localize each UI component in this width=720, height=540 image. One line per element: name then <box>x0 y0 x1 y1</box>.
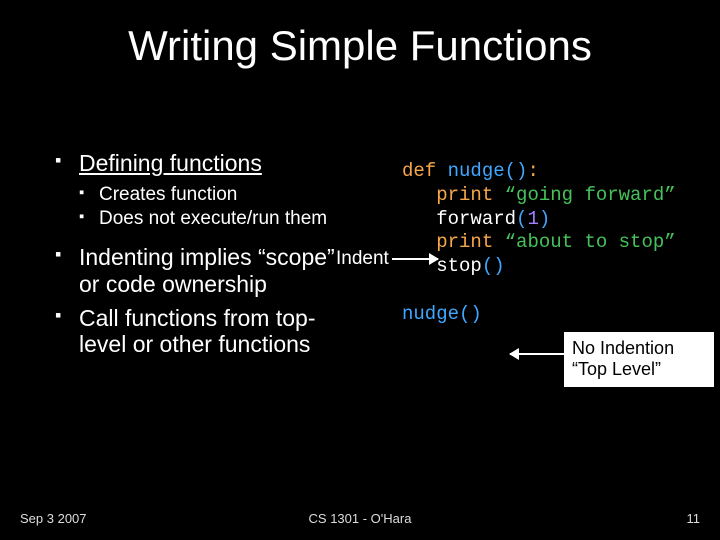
rparen2: ) <box>539 208 550 230</box>
str-about-to-stop: “about to stop” <box>505 231 676 253</box>
rparen3: ) <box>493 255 504 277</box>
lparen3: ( <box>482 255 493 277</box>
lparen2: ( <box>516 208 527 230</box>
call-stop: stop <box>436 255 482 277</box>
kw-print1: print <box>436 184 493 206</box>
footer-center: CS 1301 - O'Hara <box>0 511 720 526</box>
slide: Writing Simple Functions Defining functi… <box>0 0 720 540</box>
page-title: Writing Simple Functions <box>0 22 720 70</box>
bullet-list: Defining functions Creates function Does… <box>55 150 340 366</box>
arrow-callout-icon <box>510 353 564 355</box>
call-nudge: nudge <box>402 303 459 325</box>
bullet-text: Defining functions <box>79 150 262 176</box>
sublist: Creates function Does not execute/run th… <box>55 184 340 230</box>
call-forward: forward <box>436 208 516 230</box>
colon: : <box>527 160 538 182</box>
bullet-defining: Defining functions <box>55 150 340 176</box>
fn-nudge: nudge <box>448 160 505 182</box>
callout-line2: “Top Level” <box>572 359 706 380</box>
rparen: ) <box>516 160 527 182</box>
bullet-creates: Creates function <box>55 184 340 206</box>
bullet-indenting: Indenting implies “scope” or code owners… <box>55 244 340 297</box>
kw-print2: print <box>436 231 493 253</box>
rparen4: ) <box>470 303 481 325</box>
callout-box: No Indention “Top Level” <box>564 332 714 387</box>
footer-page-number: 11 <box>687 511 701 526</box>
num-1: 1 <box>527 208 538 230</box>
indent-label: Indent <box>336 248 389 270</box>
kw-def: def <box>402 160 436 182</box>
bullet-does-not-execute: Does not execute/run them <box>55 208 340 230</box>
str-going-forward: “going forward” <box>505 184 676 206</box>
lparen4: ( <box>459 303 470 325</box>
callout-line1: No Indention <box>572 338 706 359</box>
lparen: ( <box>505 160 516 182</box>
bullet-call: Call functions from top-level or other f… <box>55 305 340 358</box>
code-block: def nudge(): print “going forward” forwa… <box>402 160 676 326</box>
